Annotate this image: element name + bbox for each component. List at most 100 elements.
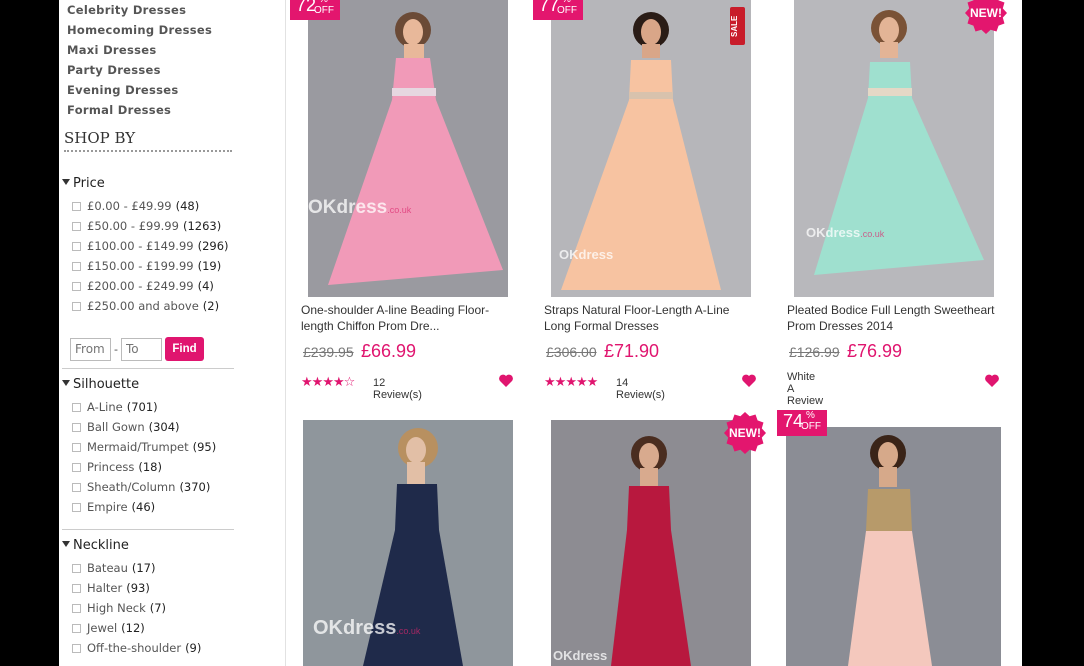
option-count: (7) bbox=[149, 601, 167, 615]
option-label: £0.00 - £49.99 bbox=[87, 199, 172, 213]
price-facet-title[interactable]: Price bbox=[62, 176, 105, 191]
product-name[interactable]: Straps Natural Floor-Length A-Line Long … bbox=[544, 302, 754, 334]
neckline-option[interactable]: Bateau (17) bbox=[72, 558, 201, 578]
range-dash: - bbox=[114, 342, 118, 356]
price-range-option[interactable]: £50.00 - £99.99 (1263) bbox=[72, 216, 229, 236]
shop-by-heading: SHOP BY bbox=[64, 129, 232, 152]
price-filter-form: - Find bbox=[70, 337, 204, 361]
product-image[interactable]: OKdress.co.uk bbox=[308, 0, 508, 297]
product-image[interactable]: OKdress bbox=[551, 0, 751, 297]
checkbox[interactable] bbox=[72, 482, 81, 492]
silhouette-option[interactable]: Ball Gown (304) bbox=[72, 417, 216, 437]
silhouette-facet-title[interactable]: Silhouette bbox=[62, 377, 139, 392]
checkbox[interactable] bbox=[72, 563, 81, 573]
price-range-option[interactable]: £200.00 - £249.99 (4) bbox=[72, 276, 229, 296]
checkbox[interactable] bbox=[72, 402, 81, 412]
product-image[interactable]: OKdress.co.uk bbox=[303, 420, 513, 666]
checkbox[interactable] bbox=[72, 301, 81, 311]
option-label: Off-the-shoulder bbox=[87, 641, 182, 655]
product-image[interactable]: OKdress.co.uk bbox=[794, 0, 994, 297]
price-from-input[interactable] bbox=[70, 337, 111, 361]
checkbox[interactable] bbox=[72, 221, 81, 231]
silhouette-option[interactable]: Sheath/Column (370) bbox=[72, 477, 216, 497]
neckline-option[interactable]: Halter (93) bbox=[72, 578, 201, 598]
category-link[interactable]: Celebrity Dresses bbox=[67, 3, 212, 23]
option-label: Empire bbox=[87, 500, 128, 514]
facet-title-label: Neckline bbox=[73, 538, 129, 553]
review-count[interactable]: 12 Review(s) bbox=[373, 377, 422, 401]
checkbox[interactable] bbox=[72, 442, 81, 452]
product-image[interactable] bbox=[786, 427, 1001, 666]
checkbox[interactable] bbox=[72, 583, 81, 593]
product-name[interactable]: One-shoulder A-line Beading Floor-length… bbox=[301, 302, 511, 334]
heart-icon[interactable] bbox=[498, 373, 514, 389]
option-label: A-Line bbox=[87, 400, 123, 414]
price-to-input[interactable] bbox=[120, 337, 162, 361]
checkbox[interactable] bbox=[72, 643, 81, 653]
product-image[interactable]: OKdress bbox=[551, 420, 751, 666]
option-label: Sheath/Column bbox=[87, 480, 176, 494]
silhouette-option[interactable]: Empire (46) bbox=[72, 497, 216, 517]
option-count: (304) bbox=[148, 420, 180, 434]
old-price: £306.00 bbox=[546, 344, 597, 360]
category-link[interactable]: Evening Dresses bbox=[67, 83, 212, 103]
discount-badge: 77%OFF bbox=[533, 0, 583, 20]
silhouette-option[interactable]: Mermaid/Trumpet (95) bbox=[72, 437, 216, 457]
checkbox[interactable] bbox=[72, 201, 81, 211]
price-range-option[interactable]: £100.00 - £149.99 (296) bbox=[72, 236, 229, 256]
old-price: £239.95 bbox=[303, 344, 354, 360]
silhouette-option[interactable]: A-Line (701) bbox=[72, 397, 216, 417]
checkbox[interactable] bbox=[72, 281, 81, 291]
checkbox[interactable] bbox=[72, 261, 81, 271]
silhouette-option[interactable]: Princess (18) bbox=[72, 457, 216, 477]
option-count: (701) bbox=[126, 400, 158, 414]
neckline-facet-list: Bateau (17) Halter (93) High Neck (7) Jewel… bbox=[72, 558, 201, 658]
price-facet-list: £0.00 - £49.99 (48) £50.00 - £99.99 (1263)… bbox=[72, 196, 229, 316]
sale-tag: SALE bbox=[730, 7, 745, 45]
option-label: Bateau bbox=[87, 561, 128, 575]
checkbox[interactable] bbox=[72, 462, 81, 472]
product-name[interactable]: Pleated Bodice Full Length Sweetheart Pr… bbox=[787, 302, 997, 334]
sidebar: Celebrity Dresses Homecoming Dresses Max… bbox=[59, 0, 239, 666]
option-label: Halter bbox=[87, 581, 123, 595]
review-count[interactable]: 14 Review(s) bbox=[616, 377, 665, 401]
star-filled-icon: ★ bbox=[565, 375, 577, 390]
category-link[interactable]: Party Dresses bbox=[67, 63, 212, 83]
price-range-option[interactable]: £250.00 and above (2) bbox=[72, 296, 229, 316]
checkbox[interactable] bbox=[72, 603, 81, 613]
neckline-facet-title[interactable]: Neckline bbox=[62, 538, 129, 553]
checkbox[interactable] bbox=[72, 422, 81, 432]
silhouette-facet-list: A-Line (701) Ball Gown (304) Mermaid/Trump… bbox=[72, 397, 216, 517]
category-link[interactable]: Homecoming Dresses bbox=[67, 23, 212, 43]
checkbox[interactable] bbox=[72, 241, 81, 251]
collapse-triangle-icon bbox=[62, 179, 70, 185]
neckline-option[interactable]: Off-the-shoulder (9) bbox=[72, 638, 201, 658]
dress-photo-6 bbox=[786, 427, 1001, 666]
price-range-option[interactable]: £0.00 - £49.99 (48) bbox=[72, 196, 229, 216]
category-link[interactable]: Formal Dresses bbox=[67, 103, 212, 123]
option-count: (95) bbox=[192, 440, 217, 454]
dress-photo-3 bbox=[794, 0, 994, 297]
category-link[interactable]: Maxi Dresses bbox=[67, 43, 212, 63]
star-filled-icon: ★ bbox=[322, 375, 334, 390]
neckline-option[interactable]: Jewel (12) bbox=[72, 618, 201, 638]
star-filled-icon: ★ bbox=[301, 375, 313, 390]
option-label: Mermaid/Trumpet bbox=[87, 440, 189, 454]
heart-icon[interactable] bbox=[984, 373, 1000, 389]
heart-icon[interactable] bbox=[741, 373, 757, 389]
price-range-option[interactable]: £150.00 - £199.99 (19) bbox=[72, 256, 229, 276]
option-count: (370) bbox=[179, 480, 211, 494]
checkbox[interactable] bbox=[72, 502, 81, 512]
sale-price: £71.90 bbox=[604, 341, 660, 361]
write-review-link[interactable]: White A Review bbox=[787, 371, 823, 407]
option-count: (46) bbox=[131, 500, 156, 514]
star-filled-icon: ★ bbox=[332, 375, 345, 390]
option-count: (17) bbox=[131, 561, 156, 575]
star-empty-icon: ☆ bbox=[343, 375, 356, 390]
find-button[interactable]: Find bbox=[164, 337, 204, 361]
neckline-option[interactable]: High Neck (7) bbox=[72, 598, 201, 618]
checkbox[interactable] bbox=[72, 623, 81, 633]
divider bbox=[62, 529, 234, 530]
category-links: Celebrity Dresses Homecoming Dresses Max… bbox=[67, 3, 212, 123]
collapse-triangle-icon bbox=[62, 380, 70, 386]
